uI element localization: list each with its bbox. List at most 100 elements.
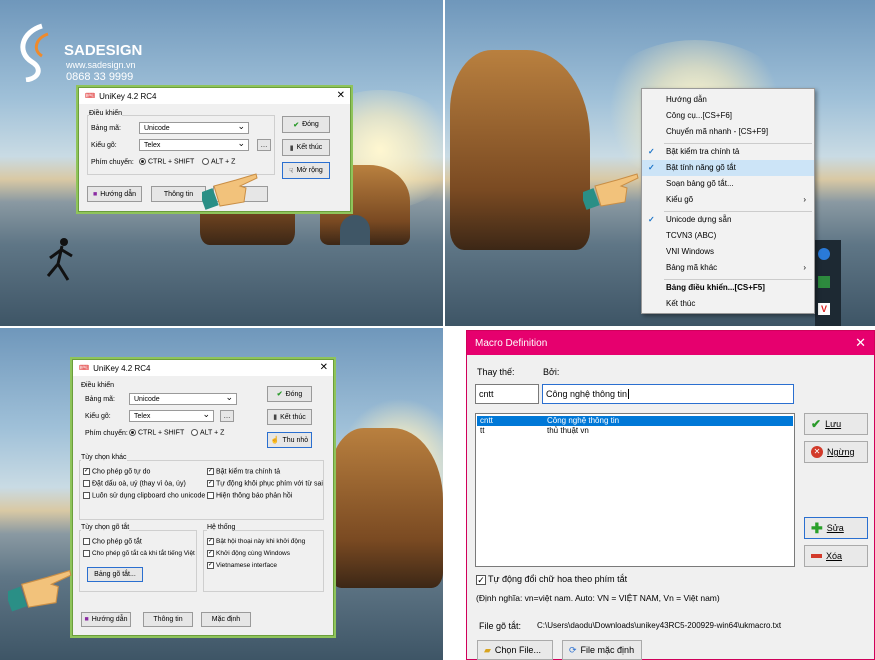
option-label: Vietnamese interface: [216, 562, 277, 570]
menu-item-other-charset[interactable]: Bảng mã khác ›: [642, 260, 814, 276]
radio-alt-z[interactable]: [191, 429, 198, 436]
input-method-select[interactable]: Telex: [129, 409, 214, 422]
tray-icon-blue[interactable]: [818, 248, 830, 260]
book-icon: ■: [84, 616, 89, 623]
switch-ctrl-shift[interactable]: CTRL + SHIFT: [129, 429, 184, 436]
sadesign-logo: SADESIGN www.sadesign.vn 0868 33 9999: [12, 22, 162, 92]
input-method-select[interactable]: Telex: [139, 138, 249, 151]
switch-alt-z[interactable]: ALT + Z: [202, 158, 235, 165]
menu-item-control-panel[interactable]: Bảng điều khiển...[CS+F5]: [642, 280, 814, 296]
option-show-on-start[interactable]: ✓ Bật hội thoại này khi khởi động: [207, 538, 305, 545]
checkbox[interactable]: [83, 538, 90, 545]
radio-ctrl-shift[interactable]: [129, 429, 136, 436]
edit-button[interactable]: ✚ Sửa: [804, 517, 868, 539]
collapse-icon: ☝: [270, 437, 280, 444]
exit-button[interactable]: ▮ Kết thúc: [282, 139, 330, 156]
option-macro-when-off[interactable]: Cho phép gõ tắt cả khi tắt tiếng Việt: [83, 550, 195, 557]
unikey-title: UniKey 4.2 RC4: [93, 363, 151, 373]
info-button[interactable]: Thông tin: [143, 612, 193, 627]
option-start-with-windows[interactable]: ✓ Khởi động cùng Windows: [207, 550, 290, 557]
menu-item-edit-macro[interactable]: Soạn bảng gõ tắt...: [642, 176, 814, 192]
checkbox[interactable]: [83, 550, 90, 557]
default-button[interactable]: Mặc định: [201, 612, 251, 627]
help-button[interactable]: ■ Hướng dẫn: [81, 612, 131, 627]
controls-group-label: Điều khiển: [89, 110, 123, 117]
option-enable-macro[interactable]: Cho phép gõ tắt: [83, 538, 142, 545]
option-label: Luôn sử dụng clipboard cho unicode: [92, 492, 206, 500]
menu-item-vni[interactable]: VNI Windows: [642, 244, 814, 260]
menu-item-input-method[interactable]: Kiểu gõ ›: [642, 192, 814, 208]
checkbox[interactable]: ✓: [83, 468, 90, 475]
unikey-app-icon: ⌨: [79, 365, 90, 372]
help-button[interactable]: ■ Hướng dẫn: [87, 186, 142, 202]
collapse-button[interactable]: ☝ Thu nhỏ: [267, 432, 312, 448]
option-auto-restore[interactable]: ✓ Tự động khôi phục phím với từ sai: [207, 480, 323, 487]
info-button[interactable]: Thông tin: [151, 186, 206, 202]
checkbox[interactable]: ✓: [476, 574, 486, 585]
checkmark-icon: ✔: [276, 391, 283, 398]
menu-item-quick-convert[interactable]: Chuyển mã nhanh - [CS+F9]: [642, 124, 814, 140]
more-button[interactable]: …: [257, 139, 271, 151]
macro-dialog-titlebar[interactable]: Macro Definition ✕: [467, 331, 874, 355]
menu-item-tools[interactable]: Công cụ...[CS+F6]: [642, 108, 814, 124]
charset-select[interactable]: Unicode: [129, 392, 237, 405]
tray-icon-unikey[interactable]: V: [818, 303, 830, 315]
by-input[interactable]: Công nghệ thông tin: [542, 384, 794, 404]
menu-item-spellcheck[interactable]: ✓ Bật kiểm tra chính tả: [642, 144, 814, 160]
close-icon[interactable]: ✕: [320, 362, 328, 373]
close-window-button[interactable]: ✔ Đóng: [282, 116, 330, 133]
system-options-title: Hệ thống: [207, 524, 236, 531]
table-row[interactable]: tt thủ thuật vn: [477, 426, 793, 436]
auto-upper-option[interactable]: ✓ Tự động đổi chữ hoa theo phím tắt: [476, 574, 627, 585]
menu-item-tcvn3[interactable]: TCVN3 (ABC): [642, 228, 814, 244]
checkbox[interactable]: ✓: [207, 538, 214, 545]
radio-alt-z[interactable]: [202, 158, 209, 165]
option-feedback[interactable]: Hiện thông báo phản hồi: [207, 492, 292, 499]
menu-item-unicode[interactable]: ✓ Unicode dựng sẵn: [642, 212, 814, 228]
option-vietnamese-ui[interactable]: ✓ Vietnamese interface: [207, 562, 277, 569]
macro-table-button[interactable]: Bảng gõ tắt...: [87, 567, 143, 582]
checkbox[interactable]: ✓: [207, 480, 214, 487]
macro-list[interactable]: cntt Công nghệ thông tin tt thủ thuật vn: [475, 413, 795, 567]
switch-ctrl-shift[interactable]: CTRL + SHIFT: [139, 158, 194, 165]
checkbox[interactable]: [207, 492, 214, 499]
stop-button[interactable]: ✕ Ngừng: [804, 441, 868, 463]
option-spellcheck[interactable]: ✓ Bật kiểm tra chính tả: [207, 468, 280, 475]
menu-item-exit[interactable]: Kết thúc: [642, 296, 814, 312]
checkbox[interactable]: ✓: [207, 550, 214, 557]
logo-swirl-icon: [20, 23, 49, 82]
unikey-title: UniKey 4.2 RC4: [99, 91, 157, 101]
replace-input[interactable]: cntt: [475, 384, 539, 404]
checkbox[interactable]: [83, 492, 90, 499]
option-tone-placement[interactable]: Đặt dấu oà, uý (thay vì òa, úy): [83, 480, 186, 487]
delete-button[interactable]: Xóa: [804, 545, 868, 567]
table-row[interactable]: cntt Công nghệ thông tin: [477, 416, 793, 426]
close-window-button[interactable]: ✔ Đóng: [267, 386, 312, 402]
menu-label: Bật tính năng gõ tắt: [666, 163, 736, 172]
tray-icon-green[interactable]: [818, 276, 830, 288]
checkbox[interactable]: ✓: [207, 562, 214, 569]
expand-button[interactable]: ☟ Mở rộng: [282, 162, 330, 179]
check-icon: ✓: [648, 163, 655, 172]
charset-select[interactable]: Unicode: [139, 121, 249, 134]
checkbox[interactable]: ✓: [207, 468, 214, 475]
menu-item-help[interactable]: Hướng dẫn: [642, 92, 814, 108]
default-file-button[interactable]: ⟳ File mặc định: [562, 640, 642, 660]
option-free-typing[interactable]: ✓ Cho phép gõ tự do: [83, 468, 150, 475]
close-icon[interactable]: ✕: [855, 335, 866, 351]
save-button[interactable]: ✔ Lưu: [804, 413, 868, 435]
option-clipboard[interactable]: Luôn sử dụng clipboard cho unicode: [83, 492, 205, 499]
unikey-titlebar[interactable]: ⌨ UniKey 4.2 RC4 ✕: [79, 88, 350, 104]
close-icon[interactable]: ✕: [337, 90, 345, 101]
radio-ctrl-shift[interactable]: [139, 158, 146, 165]
delete-button-label: Xóa: [826, 551, 843, 561]
switch-alt-z[interactable]: ALT + Z: [191, 429, 224, 436]
exit-button[interactable]: ▮ Kết thúc: [267, 409, 312, 425]
menu-label: Kiểu gõ: [666, 195, 694, 204]
choose-file-button[interactable]: ▰ Chọn File...: [477, 640, 553, 660]
more-button[interactable]: …: [220, 410, 234, 422]
menu-item-enable-macro[interactable]: ✓ Bật tính năng gõ tắt: [642, 160, 814, 176]
unikey-titlebar[interactable]: ⌨ UniKey 4.2 RC4 ✕: [73, 360, 333, 376]
row-value: thủ thuật vn: [547, 426, 589, 435]
checkbox[interactable]: [83, 480, 90, 487]
